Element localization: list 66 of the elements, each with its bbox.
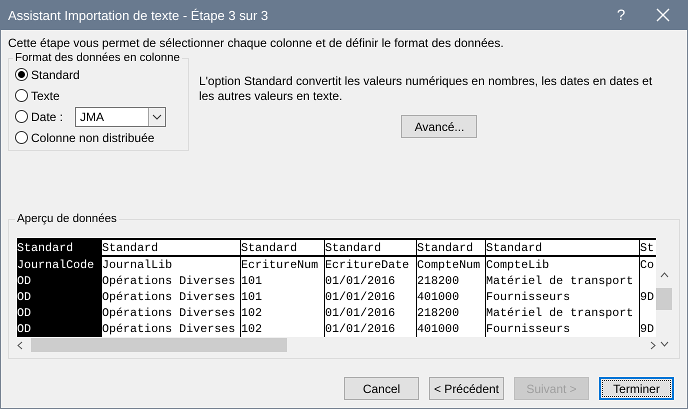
help-button[interactable]: ? xyxy=(606,6,636,24)
table-cell: JournalCode xyxy=(17,257,101,273)
table-cell: Opérations Diverses xyxy=(101,305,240,321)
table-cell: 01/01/2016 xyxy=(324,289,416,305)
table-cell: OD xyxy=(17,321,101,337)
radio-button[interactable] xyxy=(15,131,28,144)
chevron-down-icon xyxy=(148,108,166,126)
wizard-button[interactable]: Cancel xyxy=(344,377,419,400)
table-cell: 01/01/2016 xyxy=(324,305,416,321)
table-cell: Matériel de transport xyxy=(485,273,639,289)
table-cell: JournalLib xyxy=(101,257,240,273)
scrollbar-thumb[interactable] xyxy=(656,288,672,310)
scroll-up-icon[interactable] xyxy=(660,272,668,278)
column-format-header[interactable]: Standard xyxy=(17,240,101,257)
radio-label[interactable]: Texte xyxy=(31,88,60,102)
group-title: Aperçu de données xyxy=(16,213,118,225)
scrollbar-thumb[interactable] xyxy=(31,338,287,352)
table-cell: 9D xyxy=(639,321,656,337)
radio-label[interactable]: Date : xyxy=(31,110,64,124)
instruction-text: Cette étape vous permet de sélectionner chaque colonne et de définir le format des données. xyxy=(8,36,505,52)
column-format-header[interactable]: Standard xyxy=(324,240,416,257)
table-cell: Co xyxy=(639,257,656,273)
table-cell: OD xyxy=(17,305,101,321)
table-cell: Matériel de transport xyxy=(485,305,639,321)
radio-button[interactable] xyxy=(15,89,28,102)
group-title: Format des données en colonne xyxy=(14,52,181,64)
table-cell: 102 xyxy=(240,321,324,337)
column-format-header[interactable]: St xyxy=(639,240,656,257)
wizard-button[interactable]: Terminer xyxy=(599,377,674,400)
table-cell: EcritureNum xyxy=(240,257,324,273)
table-cell: 102 xyxy=(240,305,324,321)
table-cell: 101 xyxy=(240,289,324,305)
radio-button[interactable] xyxy=(15,68,28,81)
radio-label[interactable]: Standard xyxy=(31,68,80,82)
date-format-dropdown[interactable]: JMA xyxy=(75,106,166,126)
close-icon[interactable] xyxy=(656,8,670,22)
table-cell: EcritureDate xyxy=(324,257,416,273)
table-cell: CompteLib xyxy=(485,257,639,273)
description-text: L'option Standard convertit les valeurs numériques en nombres, les dates en dates et les autres valeurs en texte. xyxy=(198,74,654,104)
column-format-header[interactable]: Standard xyxy=(416,240,485,257)
table-cell: OD xyxy=(17,273,101,289)
column-format-header[interactable]: Standard xyxy=(240,240,324,257)
table-cell: 01/01/2016 xyxy=(324,321,416,337)
window-title: Assistant Importation de texte - Étape 3 sur 3 xyxy=(8,8,270,22)
table-cell: 401000 xyxy=(416,321,485,337)
wizard-button[interactable]: < Précédent xyxy=(429,377,504,400)
table-cell: Opérations Diverses xyxy=(101,273,240,289)
table-cell: Opérations Diverses xyxy=(101,321,240,337)
column-format-header[interactable]: Standard xyxy=(101,240,240,257)
table-cell: 01/01/2016 xyxy=(324,273,416,289)
radio-button[interactable] xyxy=(15,110,28,123)
table-cell: Fournisseurs xyxy=(485,321,639,337)
column-format-header[interactable]: Standard xyxy=(485,240,639,257)
table-cell: CompteNum xyxy=(416,257,485,273)
table-cell: 101 xyxy=(240,273,324,289)
table-cell: Fournisseurs xyxy=(485,289,639,305)
radio-label[interactable]: Colonne non distribuée xyxy=(31,130,154,144)
scroll-right-icon[interactable] xyxy=(650,340,656,350)
table-cell: 218200 xyxy=(416,273,485,289)
table-cell: Opérations Diverses xyxy=(101,289,240,305)
scroll-left-icon[interactable] xyxy=(17,340,23,350)
table-cell: OD xyxy=(17,289,101,305)
advanced-button[interactable]: Avancé... xyxy=(401,115,478,138)
scroll-down-icon[interactable] xyxy=(660,341,668,347)
table-cell: 218200 xyxy=(416,305,485,321)
table-cell: 401000 xyxy=(416,289,485,305)
